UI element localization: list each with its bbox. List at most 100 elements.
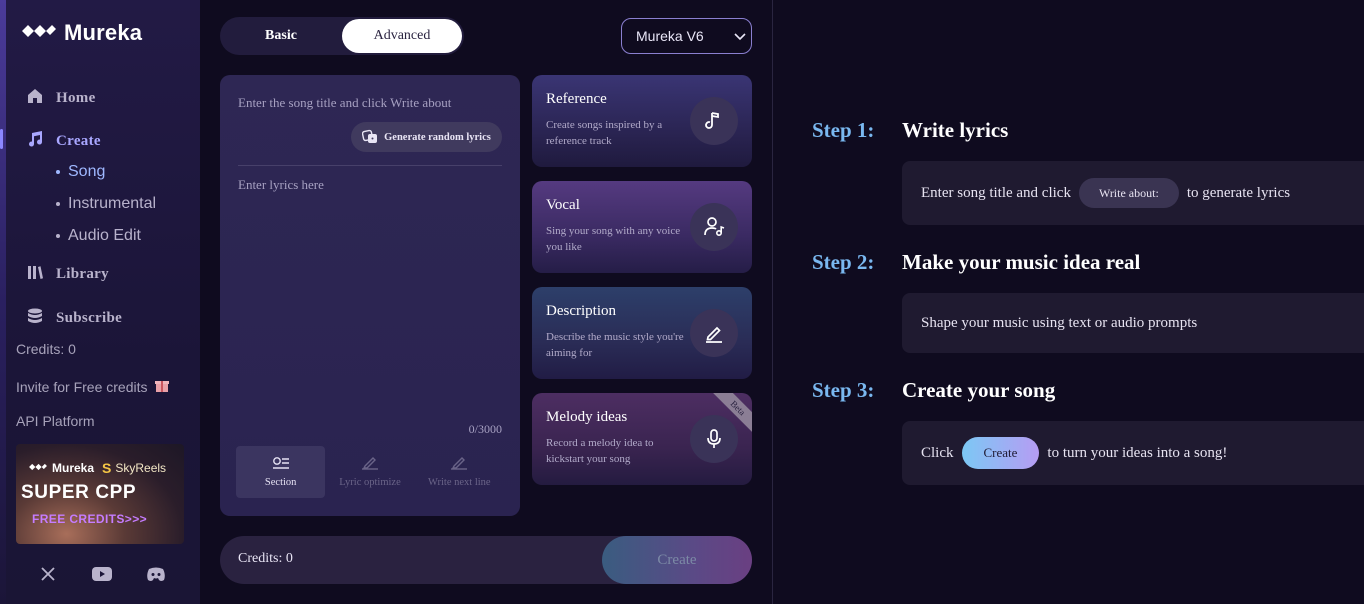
mode-toggle: Basic Advanced (220, 17, 464, 55)
card-title: Reference (546, 91, 607, 107)
logo[interactable]: Mureka (20, 20, 142, 46)
sidebar-credits: Credits: 0 (16, 341, 76, 357)
step-2-box: Shape your music using text or audio pro… (902, 293, 1364, 353)
dice-icon (361, 128, 378, 147)
promo-subtext: FREE CREDITS>>> (32, 512, 148, 526)
card-title: Description (546, 303, 616, 319)
tool-lyric-optimize-button[interactable]: Lyric optimize (325, 446, 414, 498)
bottom-credits: Credits: 0 (238, 551, 293, 566)
tool-label: Lyric optimize (339, 477, 401, 488)
promo-brands: Mureka S SkyReels (28, 460, 166, 476)
step-3-pre: Click (921, 444, 954, 461)
step-1-box: Enter song title and click Write about: … (902, 161, 1364, 225)
section-icon (272, 456, 290, 473)
sidebar-item-label: Subscribe (56, 310, 123, 326)
step-1-pre: Enter song title and click (921, 184, 1071, 201)
voice-user-icon (690, 203, 738, 251)
lyrics-textarea[interactable] (238, 177, 502, 417)
mureka-logo-icon (20, 22, 58, 45)
mureka-logo-icon (28, 461, 48, 475)
invite-link[interactable]: Invite for Free credits (16, 377, 170, 396)
tool-write-next-line-button[interactable]: Write next line (415, 446, 504, 498)
x-icon[interactable] (38, 566, 58, 582)
step-1-label: Step 1: (812, 118, 875, 142)
promo-headline: SUPER CPP (21, 482, 137, 503)
tool-section-button[interactable]: Section (236, 446, 326, 498)
step-2-text: Shape your music using text or audio pro… (921, 314, 1198, 331)
step-1-title: Write lyrics (902, 118, 1009, 142)
edit-icon (361, 456, 379, 473)
tool-label: Write next line (428, 477, 491, 488)
step-2-label: Step 2: (812, 250, 875, 274)
generate-random-lyrics-button[interactable]: Generate random lyrics (351, 122, 502, 152)
song-title-input[interactable]: Enter the song title and click Write abo… (238, 95, 451, 111)
home-icon (26, 87, 44, 110)
generate-random-lyrics-label: Generate random lyrics (384, 131, 491, 143)
sidebar-subitem-instrumental[interactable]: Instrumental (56, 195, 156, 213)
card-description: Record a melody idea to kickstart your s… (546, 437, 654, 465)
panel-divider (772, 0, 773, 604)
pencil-icon (450, 456, 468, 473)
music-note-icon (690, 97, 738, 145)
description-card[interactable]: Description Describe the music style you… (532, 287, 752, 379)
step-1-post: to generate lyrics (1186, 184, 1291, 201)
database-icon (26, 307, 44, 330)
sidebar-item-create[interactable]: Create (26, 130, 101, 153)
subitem-label: Instrumental (68, 195, 157, 212)
lyrics-editor: Enter the song title and click Write abo… (220, 75, 520, 516)
melody-ideas-card[interactable]: Melody ideas Record a melody idea to kic… (532, 393, 752, 485)
subitem-label: Audio Edit (68, 227, 141, 244)
bullet-dot (56, 202, 60, 206)
reference-card[interactable]: Reference Create songs inspired by a ref… (532, 75, 752, 167)
nav-active-indicator (0, 129, 3, 149)
step-3-label: Step 3: (812, 378, 875, 402)
sidebar-item-library[interactable]: Library (26, 263, 109, 286)
sidebar-subitem-song[interactable]: Song (56, 163, 105, 181)
sidebar-item-label: Library (56, 266, 109, 282)
create-button[interactable]: Create (602, 536, 752, 584)
sidebar-subitem-audio-edit[interactable]: Audio Edit (56, 227, 141, 245)
discord-icon[interactable] (146, 566, 166, 582)
card-description: Describe the music style you're aiming f… (546, 331, 684, 359)
step-3-title: Create your song (902, 378, 1056, 402)
promo-banner[interactable]: Mureka S SkyReels SUPER CPP FREE CREDITS… (16, 444, 184, 544)
create-pill: Create (961, 437, 1040, 469)
lyrics-char-counter: 0/3000 (468, 422, 502, 436)
invite-label: Invite for Free credits (16, 378, 148, 395)
card-description: Sing your song with any voice you like (546, 225, 681, 253)
sidebar: Mureka Home Create Song Instrumental Aud… (0, 0, 200, 604)
sidebar-item-label: Create (56, 133, 101, 149)
music-note-icon (26, 130, 44, 153)
pencil-icon (690, 309, 738, 357)
subitem-label: Song (68, 163, 106, 180)
bullet-dot (56, 234, 60, 238)
sidebar-item-label: Home (56, 90, 96, 106)
vocal-card[interactable]: Vocal Sing your song with any voice you … (532, 181, 752, 273)
lyrics-tools: Section Lyric optimize Write next line (236, 446, 504, 498)
library-icon (26, 263, 44, 286)
sidebar-item-home[interactable]: Home (26, 87, 96, 110)
card-title: Melody ideas (546, 409, 628, 425)
youtube-icon[interactable] (92, 566, 112, 582)
bullet-dot (56, 170, 60, 174)
microphone-icon (690, 415, 738, 463)
skyreels-logo-icon: S (102, 460, 112, 476)
editor-divider (238, 165, 502, 166)
gift-icon (154, 377, 170, 396)
step-3-box: Click Create to turn your ideas into a s… (902, 421, 1364, 485)
bottom-bar: Credits: 0 Create (220, 536, 752, 584)
mode-advanced-button[interactable]: Advanced (342, 19, 462, 53)
model-select[interactable]: Mureka V6 (621, 18, 752, 54)
card-description: Create songs inspired by a reference tra… (546, 119, 663, 147)
social-links (38, 566, 166, 582)
model-select-value: Mureka V6 (636, 28, 704, 44)
logo-text: Mureka (64, 20, 143, 45)
promo-brand-1: Mureka (52, 461, 95, 475)
card-title: Vocal (546, 197, 580, 213)
tool-label: Section (264, 477, 297, 488)
write-about-pill: Write about: (1078, 178, 1179, 208)
sidebar-item-subscribe[interactable]: Subscribe (26, 307, 122, 330)
mode-basic-button[interactable]: Basic (222, 19, 340, 53)
step-3-post: to turn your ideas into a song! (1047, 444, 1228, 461)
api-platform-link[interactable]: API Platform (16, 413, 95, 429)
